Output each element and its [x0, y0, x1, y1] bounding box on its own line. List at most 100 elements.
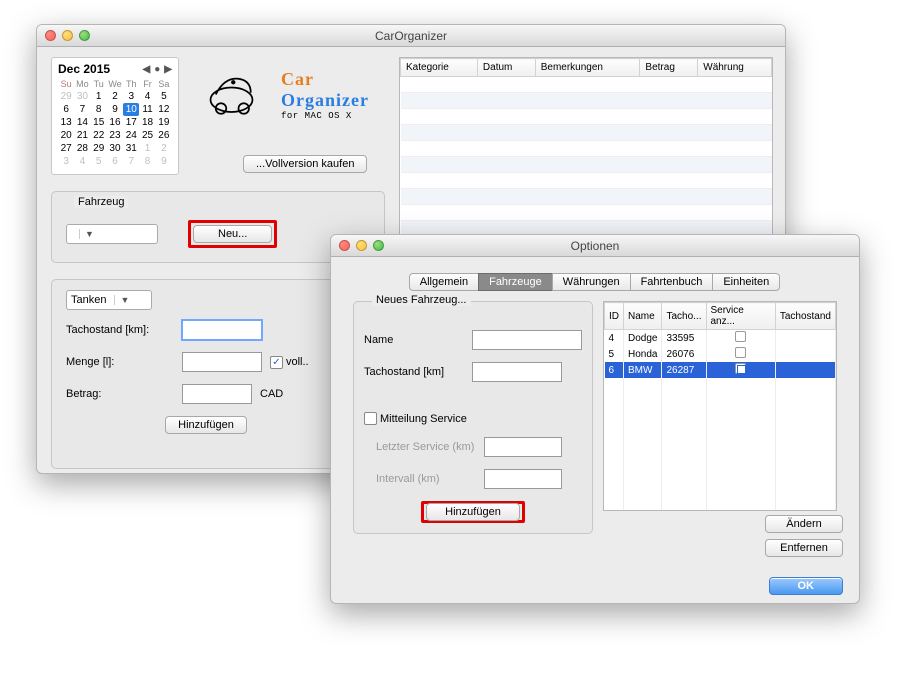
- chevron-down-icon: ▼: [114, 295, 129, 305]
- calendar-day[interactable]: 29: [91, 142, 107, 155]
- currency-label: CAD: [260, 388, 283, 400]
- table-row[interactable]: 4Dodge33595: [605, 330, 836, 347]
- options-tabs: AllgemeinFahrzeugeWährungenFahrtenbuchEi…: [343, 273, 847, 291]
- calendar-day[interactable]: 31: [123, 142, 139, 155]
- tacho-label: Tachostand [km]:: [66, 324, 174, 336]
- vehicles-table[interactable]: IDNameTacho...Service anz...Tachostand 4…: [603, 301, 837, 511]
- calendar-month-label: Dec 2015: [58, 62, 110, 76]
- calendar-day[interactable]: 30: [107, 142, 123, 155]
- aendern-button[interactable]: Ändern: [765, 515, 843, 533]
- calendar-day[interactable]: 3: [123, 90, 139, 103]
- table-row[interactable]: 6BMW26287: [605, 362, 836, 378]
- calendar-day[interactable]: 24: [123, 129, 139, 142]
- nf-hinzufuegen-button[interactable]: Hinzufügen: [426, 503, 520, 521]
- letzter-input[interactable]: [484, 437, 562, 457]
- column-header[interactable]: Name: [624, 303, 662, 330]
- calendar-next-icon[interactable]: ▶: [164, 64, 172, 75]
- entfernen-button[interactable]: Entfernen: [765, 539, 843, 557]
- nf-hinzufuegen-highlight: Hinzufügen: [421, 501, 525, 523]
- minimize-icon[interactable]: [356, 240, 367, 251]
- calendar[interactable]: Dec 2015 ◀ ● ▶ SuMoTuWeThFrSa29301234567…: [51, 57, 179, 175]
- tab-fahrtenbuch[interactable]: Fahrtenbuch: [630, 273, 714, 291]
- calendar-day[interactable]: 11: [139, 103, 155, 116]
- calendar-day[interactable]: 2: [107, 90, 123, 103]
- neues-fahrzeug-group: Neues Fahrzeug... Name Tachostand [km] M…: [353, 301, 593, 534]
- kategorie-dropdown[interactable]: Tanken ▼: [66, 290, 152, 310]
- calendar-day[interactable]: 16: [107, 116, 123, 129]
- menge-label: Menge [l]:: [66, 356, 174, 368]
- records-table[interactable]: KategorieDatumBemerkungenBetragWährung: [399, 57, 773, 247]
- app-logo: Car Organizer for MAC OS X: [207, 63, 387, 141]
- calendar-day[interactable]: 18: [139, 116, 155, 129]
- tab-fahrzeuge[interactable]: Fahrzeuge: [478, 273, 553, 291]
- tab-währungen[interactable]: Währungen: [552, 273, 631, 291]
- options-window: Optionen AllgemeinFahrzeugeWährungenFahr…: [330, 234, 860, 604]
- vollversion-button[interactable]: ...Vollversion kaufen: [243, 155, 367, 173]
- column-header[interactable]: Kategorie: [401, 59, 478, 77]
- calendar-day[interactable]: 20: [58, 129, 74, 142]
- close-icon[interactable]: [45, 30, 56, 41]
- letzter-label: Letzter Service (km): [364, 441, 476, 453]
- calendar-day[interactable]: 5: [156, 90, 172, 103]
- calendar-day[interactable]: 22: [91, 129, 107, 142]
- calendar-day[interactable]: 10: [123, 103, 139, 116]
- calendar-day[interactable]: 12: [156, 103, 172, 116]
- intervall-input[interactable]: [484, 469, 562, 489]
- calendar-day[interactable]: 17: [123, 116, 139, 129]
- titlebar: Optionen: [331, 235, 859, 257]
- calendar-day[interactable]: 27: [58, 142, 74, 155]
- tab-allgemein[interactable]: Allgemein: [409, 273, 479, 291]
- fahrzeug-dropdown[interactable]: ▼: [66, 224, 158, 244]
- hinzufuegen-button[interactable]: Hinzufügen: [165, 416, 247, 434]
- titlebar: CarOrganizer: [37, 25, 785, 47]
- calendar-day[interactable]: 4: [139, 90, 155, 103]
- column-header[interactable]: Tacho...: [662, 303, 706, 330]
- mitteilung-checkbox[interactable]: Mitteilung Service: [364, 412, 467, 425]
- column-header[interactable]: Service anz...: [706, 303, 775, 330]
- neu-button-highlight: Neu...: [188, 220, 277, 248]
- nf-tacho-label: Tachostand [km]: [364, 366, 464, 378]
- column-header[interactable]: Währung: [698, 59, 772, 77]
- calendar-prev-icon[interactable]: ◀: [143, 64, 151, 75]
- nf-tacho-input[interactable]: [472, 362, 562, 382]
- name-label: Name: [364, 334, 464, 346]
- calendar-day[interactable]: 14: [74, 116, 90, 129]
- tanken-group: Tanken ▼ Tachostand [km]: Menge [l]: ✓ v…: [51, 279, 361, 469]
- minimize-icon[interactable]: [62, 30, 73, 41]
- calendar-day[interactable]: 13: [58, 116, 74, 129]
- calendar-day[interactable]: 25: [139, 129, 155, 142]
- name-input[interactable]: [472, 330, 582, 350]
- close-icon[interactable]: [339, 240, 350, 251]
- calendar-day[interactable]: 6: [58, 103, 74, 116]
- column-header[interactable]: Betrag: [640, 59, 698, 77]
- column-header[interactable]: ID: [605, 303, 624, 330]
- neu-button[interactable]: Neu...: [193, 225, 272, 243]
- calendar-day[interactable]: 1: [91, 90, 107, 103]
- calendar-day[interactable]: 23: [107, 129, 123, 142]
- column-header[interactable]: Bemerkungen: [535, 59, 640, 77]
- ok-button[interactable]: OK: [769, 577, 844, 595]
- window-title: Optionen: [331, 239, 859, 253]
- calendar-day[interactable]: 7: [74, 103, 90, 116]
- column-header[interactable]: Tachostand: [775, 303, 835, 330]
- table-row[interactable]: 5Honda26076: [605, 346, 836, 362]
- menge-input[interactable]: [182, 352, 262, 372]
- window-title: CarOrganizer: [37, 29, 785, 43]
- column-header[interactable]: Datum: [477, 59, 535, 77]
- tab-einheiten[interactable]: Einheiten: [712, 273, 780, 291]
- calendar-day[interactable]: 26: [156, 129, 172, 142]
- calendar-day[interactable]: 21: [74, 129, 90, 142]
- zoom-icon[interactable]: [373, 240, 384, 251]
- zoom-icon[interactable]: [79, 30, 90, 41]
- calendar-day[interactable]: 9: [107, 103, 123, 116]
- calendar-day[interactable]: 19: [156, 116, 172, 129]
- calendar-today-icon[interactable]: ●: [154, 64, 160, 75]
- intervall-label: Intervall (km): [364, 473, 476, 485]
- voll-checkbox[interactable]: ✓ voll..: [270, 356, 309, 369]
- calendar-day[interactable]: 15: [91, 116, 107, 129]
- tacho-input[interactable]: [182, 320, 262, 340]
- chevron-down-icon: ▼: [79, 229, 94, 239]
- calendar-day[interactable]: 8: [91, 103, 107, 116]
- betrag-input[interactable]: [182, 384, 252, 404]
- calendar-day[interactable]: 28: [74, 142, 90, 155]
